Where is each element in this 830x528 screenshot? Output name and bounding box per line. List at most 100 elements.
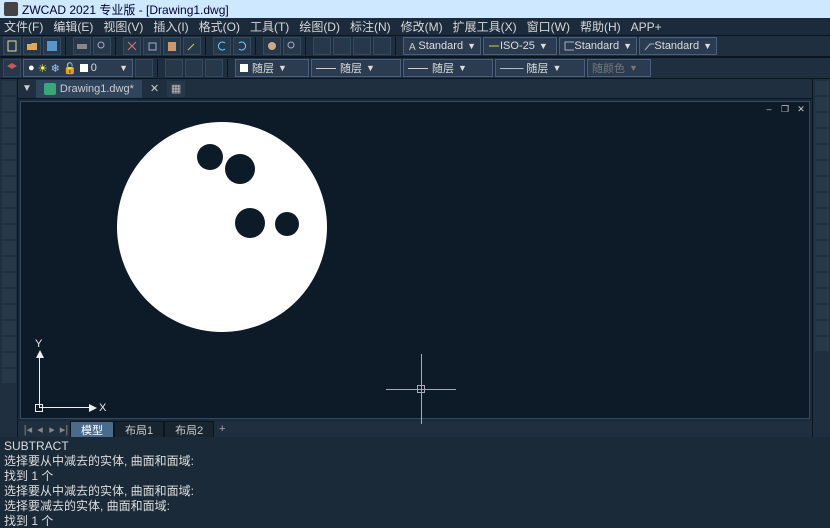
explode-tool[interactable] xyxy=(815,337,829,351)
file-tab[interactable]: Drawing1.dwg* xyxy=(36,80,142,98)
line-tool[interactable] xyxy=(2,81,16,95)
restore-button[interactable]: ❐ xyxy=(779,104,791,114)
design-center-button[interactable] xyxy=(333,37,351,55)
menu-file[interactable]: 文件(F) xyxy=(4,18,43,35)
new-tab-button[interactable]: ▦ xyxy=(167,81,185,97)
revcloud-tool[interactable] xyxy=(2,193,16,207)
menu-edit[interactable]: 编辑(E) xyxy=(53,18,93,35)
dim-style-combo[interactable]: ISO-25 ▼ xyxy=(483,37,557,55)
spline-tool[interactable] xyxy=(2,209,16,223)
join-tool[interactable] xyxy=(815,289,829,303)
menu-modify[interactable]: 修改(M) xyxy=(401,18,443,35)
tab-prev[interactable]: ◂ xyxy=(34,423,46,436)
menu-tools[interactable]: 工具(T) xyxy=(250,18,289,35)
layout-add-button[interactable]: + xyxy=(214,423,230,435)
drawing-viewport[interactable]: – ❐ ✕ Y X xyxy=(20,101,810,419)
insert-block-tool[interactable] xyxy=(2,257,16,271)
point-tool[interactable] xyxy=(2,289,16,303)
layout-tab-2[interactable]: 布局2 xyxy=(164,421,214,437)
menu-window[interactable]: 窗口(W) xyxy=(527,18,570,35)
close-button[interactable]: ✕ xyxy=(795,104,807,114)
chamfer-tool[interactable] xyxy=(815,305,829,319)
mtext-tool[interactable] xyxy=(2,369,16,383)
break-tool[interactable] xyxy=(815,273,829,287)
trim-tool[interactable] xyxy=(815,225,829,239)
open-button[interactable] xyxy=(23,37,41,55)
ellipse-tool[interactable] xyxy=(2,225,16,239)
transparency-combo[interactable]: 随颜色 ▼ xyxy=(587,59,651,77)
menu-insert[interactable]: 插入(I) xyxy=(153,18,188,35)
extend-tool[interactable] xyxy=(815,241,829,255)
layer-prev-button[interactable] xyxy=(135,59,153,77)
menu-dimension[interactable]: 标注(N) xyxy=(350,18,391,35)
layer-freeze-button[interactable] xyxy=(205,59,223,77)
table-style-combo[interactable]: Standard ▼ xyxy=(559,37,637,55)
circle-tool[interactable] xyxy=(2,177,16,191)
layer-combo[interactable]: ● ☀ ❄ 🔓 0 ▼ xyxy=(23,59,133,77)
command-line[interactable]: SUBTRACT 选择要从中减去的实体, 曲面和面域: 找到 1 个 选择要从中… xyxy=(0,437,830,528)
hatch-tool[interactable] xyxy=(2,305,16,319)
text-style-combo[interactable]: A Standard ▼ xyxy=(403,37,481,55)
region-tool[interactable] xyxy=(2,337,16,351)
undo-button[interactable] xyxy=(213,37,231,55)
minimize-button[interactable]: – xyxy=(763,104,775,114)
gradient-tool[interactable] xyxy=(2,321,16,335)
ellipse-arc-tool[interactable] xyxy=(2,241,16,255)
scale-tool[interactable] xyxy=(815,193,829,207)
match-button[interactable] xyxy=(183,37,201,55)
new-button[interactable] xyxy=(3,37,21,55)
mirror-tool[interactable] xyxy=(815,113,829,127)
save-button[interactable] xyxy=(43,37,61,55)
menu-draw[interactable]: 绘图(D) xyxy=(299,18,340,35)
zoom-button[interactable] xyxy=(283,37,301,55)
move-tool[interactable] xyxy=(815,161,829,175)
offset-tool[interactable] xyxy=(815,129,829,143)
chevron-down-icon: ▼ xyxy=(629,63,638,73)
linetype-combo[interactable]: 随层 ▼ xyxy=(311,59,401,77)
tab-list-dropdown[interactable]: ▼ xyxy=(22,83,32,94)
layer-manager-button[interactable] xyxy=(3,59,21,77)
erase-tool[interactable] xyxy=(815,81,829,95)
polyline-tool[interactable] xyxy=(2,113,16,127)
table-tool[interactable] xyxy=(2,353,16,367)
redo-button[interactable] xyxy=(233,37,251,55)
layout-tab-1[interactable]: 布局1 xyxy=(114,421,164,437)
cut-button[interactable] xyxy=(123,37,141,55)
layout-tab-model[interactable]: 模型 xyxy=(70,421,114,437)
preview-button[interactable] xyxy=(93,37,111,55)
array-tool[interactable] xyxy=(815,145,829,159)
layer-iso-button[interactable] xyxy=(185,59,203,77)
paste-button[interactable] xyxy=(163,37,181,55)
tab-first[interactable]: |◂ xyxy=(22,423,34,436)
color-combo[interactable]: 随层 ▼ xyxy=(235,59,309,77)
menu-extend[interactable]: 扩展工具(X) xyxy=(453,18,517,35)
copy-button[interactable] xyxy=(143,37,161,55)
arc-tool[interactable] xyxy=(2,161,16,175)
rectangle-tool[interactable] xyxy=(2,145,16,159)
menu-help[interactable]: 帮助(H) xyxy=(580,18,621,35)
tab-last[interactable]: ▸| xyxy=(58,423,70,436)
copy-tool[interactable] xyxy=(815,97,829,111)
mleader-style-icon xyxy=(644,40,654,52)
make-block-tool[interactable] xyxy=(2,273,16,287)
print-button[interactable] xyxy=(73,37,91,55)
polygon-tool[interactable] xyxy=(2,129,16,143)
menu-app[interactable]: APP+ xyxy=(631,20,662,34)
tab-next[interactable]: ▸ xyxy=(46,423,58,436)
lineweight-combo[interactable]: 随层 ▼ xyxy=(403,59,493,77)
properties-button[interactable] xyxy=(313,37,331,55)
menu-view[interactable]: 视图(V) xyxy=(103,18,143,35)
stretch-tool[interactable] xyxy=(815,209,829,223)
layer-state-button[interactable] xyxy=(165,59,183,77)
break-at-point-tool[interactable] xyxy=(815,257,829,271)
rotate-tool[interactable] xyxy=(815,177,829,191)
tool-palette-button[interactable] xyxy=(353,37,371,55)
mleader-style-combo[interactable]: Standard ▼ xyxy=(639,37,717,55)
fillet-tool[interactable] xyxy=(815,321,829,335)
xline-tool[interactable] xyxy=(2,97,16,111)
plotstyle-combo[interactable]: ─── 随层 ▼ xyxy=(495,59,585,77)
calc-button[interactable] xyxy=(373,37,391,55)
menu-format[interactable]: 格式(O) xyxy=(199,18,240,35)
pan-button[interactable] xyxy=(263,37,281,55)
file-tab-close[interactable]: ✕ xyxy=(146,80,163,98)
